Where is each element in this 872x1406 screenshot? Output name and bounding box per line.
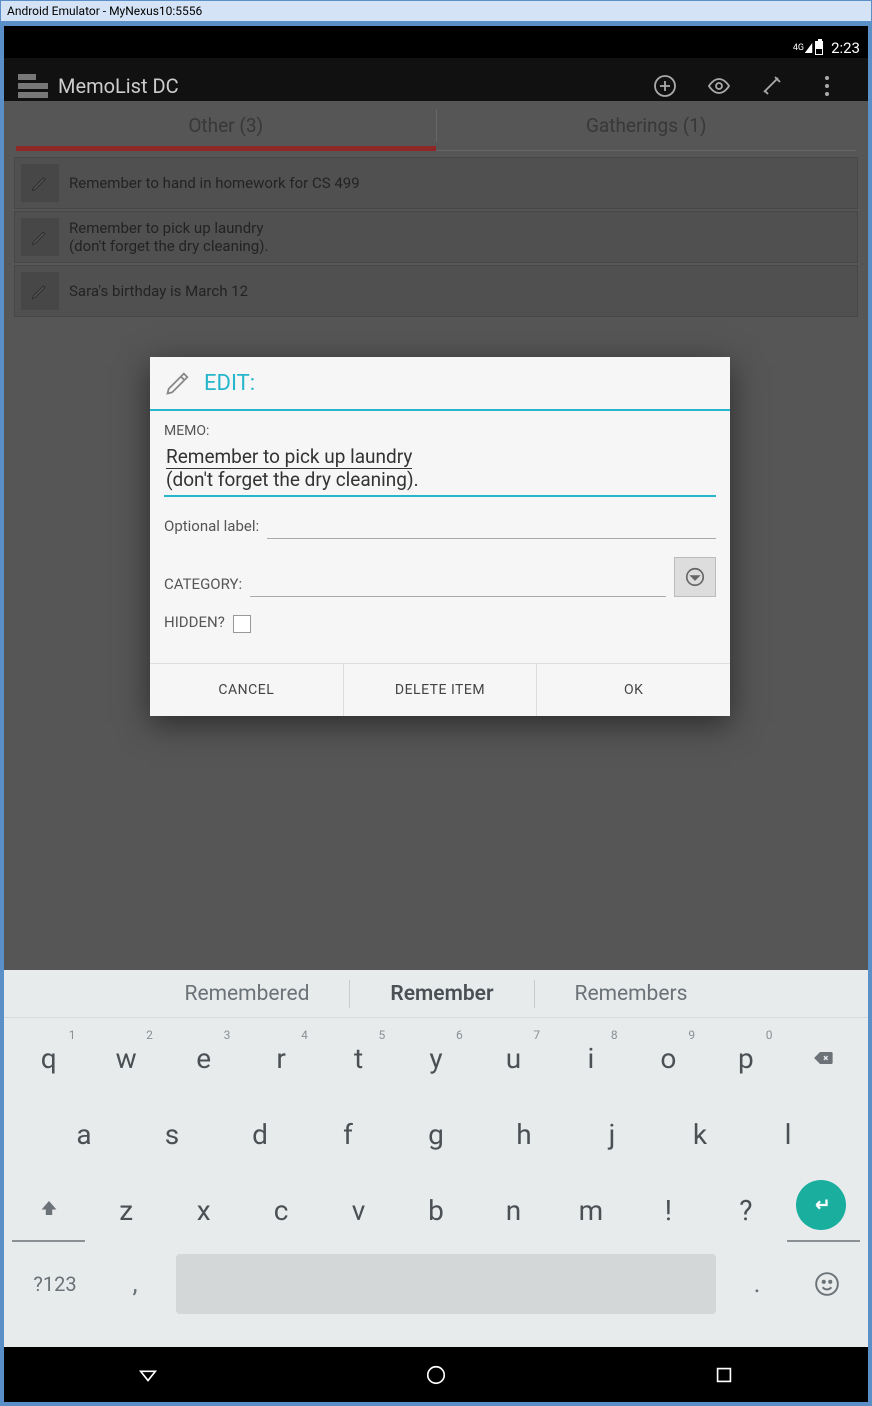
hidden-label: HIDDEN? (164, 613, 225, 635)
ok-button[interactable]: OK (537, 664, 730, 716)
emulator-frame: 4G 2:23 MemoList DC Other (3) Gatherings… (0, 22, 872, 1406)
key-period[interactable]: . (722, 1254, 792, 1314)
key-u[interactable]: u7 (477, 1026, 550, 1090)
key-shift-left[interactable] (12, 1178, 85, 1242)
memo-input[interactable]: Remember to pick up laundry(don't forget… (164, 441, 716, 497)
memo-text: Remember to hand in homework for CS 499 (69, 174, 360, 192)
nav-home[interactable] (422, 1361, 450, 1389)
key-r[interactable]: r4 (244, 1026, 317, 1090)
navigation-bar (4, 1347, 868, 1402)
key-q[interactable]: q1 (12, 1026, 85, 1090)
key-row-2: asdfghjkl (10, 1102, 862, 1166)
key-comma[interactable]: , (100, 1254, 170, 1314)
window-title-text: Android Emulator - MyNexus10:5556 (7, 4, 202, 18)
key-v[interactable]: v (322, 1178, 395, 1242)
key-y[interactable]: y6 (399, 1026, 472, 1090)
app-title: MemoList DC (58, 74, 638, 98)
hidden-checkbox[interactable] (233, 615, 251, 633)
clock: 2:23 (831, 39, 860, 57)
key-n[interactable]: n (477, 1178, 550, 1242)
key-question[interactable]: ? (709, 1178, 782, 1242)
tab-bar: Other (3) Gatherings (1) (16, 101, 856, 151)
optional-label-label: Optional label: (164, 517, 259, 539)
memo-label: MEMO: (164, 423, 716, 439)
key-w[interactable]: w2 (89, 1026, 162, 1090)
key-o[interactable]: o9 (632, 1026, 705, 1090)
pencil-icon (21, 164, 59, 202)
dialog-actions: CANCEL DELETE ITEM OK (150, 663, 730, 716)
network-label: 4G (793, 43, 804, 53)
category-input[interactable] (250, 573, 666, 597)
key-m[interactable]: m (554, 1178, 627, 1242)
memo-text: Remember to pick up laundry (don't forge… (69, 219, 268, 255)
edit-dialog: EDIT: MEMO: Remember to pick up laundry(… (150, 357, 730, 716)
key-x[interactable]: x (167, 1178, 240, 1242)
key-row-space: ?123 , . (10, 1254, 862, 1314)
key-enter[interactable] (796, 1180, 846, 1230)
key-c[interactable]: c (244, 1178, 317, 1242)
key-g[interactable]: g (394, 1102, 478, 1166)
suggestion[interactable]: Remembered (145, 982, 350, 1006)
tab-other[interactable]: Other (3) (16, 101, 436, 150)
key-z[interactable]: z (89, 1178, 162, 1242)
optional-label-input[interactable] (267, 515, 716, 539)
tab-gatherings[interactable]: Gatherings (1) (437, 101, 857, 150)
key-s[interactable]: s (130, 1102, 214, 1166)
nav-back[interactable] (134, 1361, 162, 1389)
key-row-1: q1w2e3r4t5y6u7i8o9p0 (10, 1026, 862, 1090)
pencil-icon (164, 369, 192, 397)
key-row-3: zxcvbnm!? (10, 1178, 862, 1242)
memo-text: Sara's birthday is March 12 (69, 282, 248, 300)
key-j[interactable]: j (570, 1102, 654, 1166)
key-d[interactable]: d (218, 1102, 302, 1166)
app-icon (18, 74, 48, 98)
status-bar: 4G 2:23 (4, 38, 868, 58)
signal-icon (805, 43, 813, 53)
dialog-title: EDIT: (204, 371, 255, 396)
pencil-icon (21, 272, 59, 310)
suggestion[interactable]: Remembers (535, 982, 728, 1006)
pencil-icon (21, 218, 59, 256)
nav-recents[interactable] (710, 1361, 738, 1389)
key-emoji[interactable] (792, 1254, 862, 1314)
key-t[interactable]: t5 (322, 1026, 395, 1090)
list-item[interactable]: Sara's birthday is March 12 (14, 265, 858, 317)
key-e[interactable]: e3 (167, 1026, 240, 1090)
key-a[interactable]: a (42, 1102, 126, 1166)
list-item[interactable]: Remember to pick up laundry (don't forge… (14, 211, 858, 263)
key-b[interactable]: b (399, 1178, 472, 1242)
key-i[interactable]: i8 (554, 1026, 627, 1090)
key-space[interactable] (176, 1254, 716, 1314)
delete-item-button[interactable]: DELETE ITEM (344, 664, 538, 716)
device-screen: 4G 2:23 MemoList DC Other (3) Gatherings… (4, 26, 868, 1402)
list-item[interactable]: Remember to hand in homework for CS 499 (14, 157, 858, 209)
key-l[interactable]: l (746, 1102, 830, 1166)
battery-icon (815, 41, 823, 55)
memo-list: Remember to hand in homework for CS 499 … (4, 151, 868, 317)
suggestion-row: Remembered Remember Remembers (4, 970, 868, 1018)
dialog-header: EDIT: (150, 357, 730, 411)
key-f[interactable]: f (306, 1102, 390, 1166)
key-backspace[interactable] (787, 1026, 860, 1090)
key-k[interactable]: k (658, 1102, 742, 1166)
key-p[interactable]: p0 (709, 1026, 782, 1090)
key-h[interactable]: h (482, 1102, 566, 1166)
soft-keyboard: Remembered Remember Remembers q1w2e3r4t5… (4, 970, 868, 1347)
cancel-button[interactable]: CANCEL (150, 664, 344, 716)
emulator-window-title: Android Emulator - MyNexus10:5556 (0, 0, 872, 22)
category-picker-button[interactable] (674, 557, 716, 597)
key-symbols[interactable]: ?123 (10, 1254, 100, 1314)
key-exclaim[interactable]: ! (632, 1178, 705, 1242)
suggestion[interactable]: Remember (350, 982, 533, 1006)
category-label: CATEGORY: (164, 575, 242, 597)
